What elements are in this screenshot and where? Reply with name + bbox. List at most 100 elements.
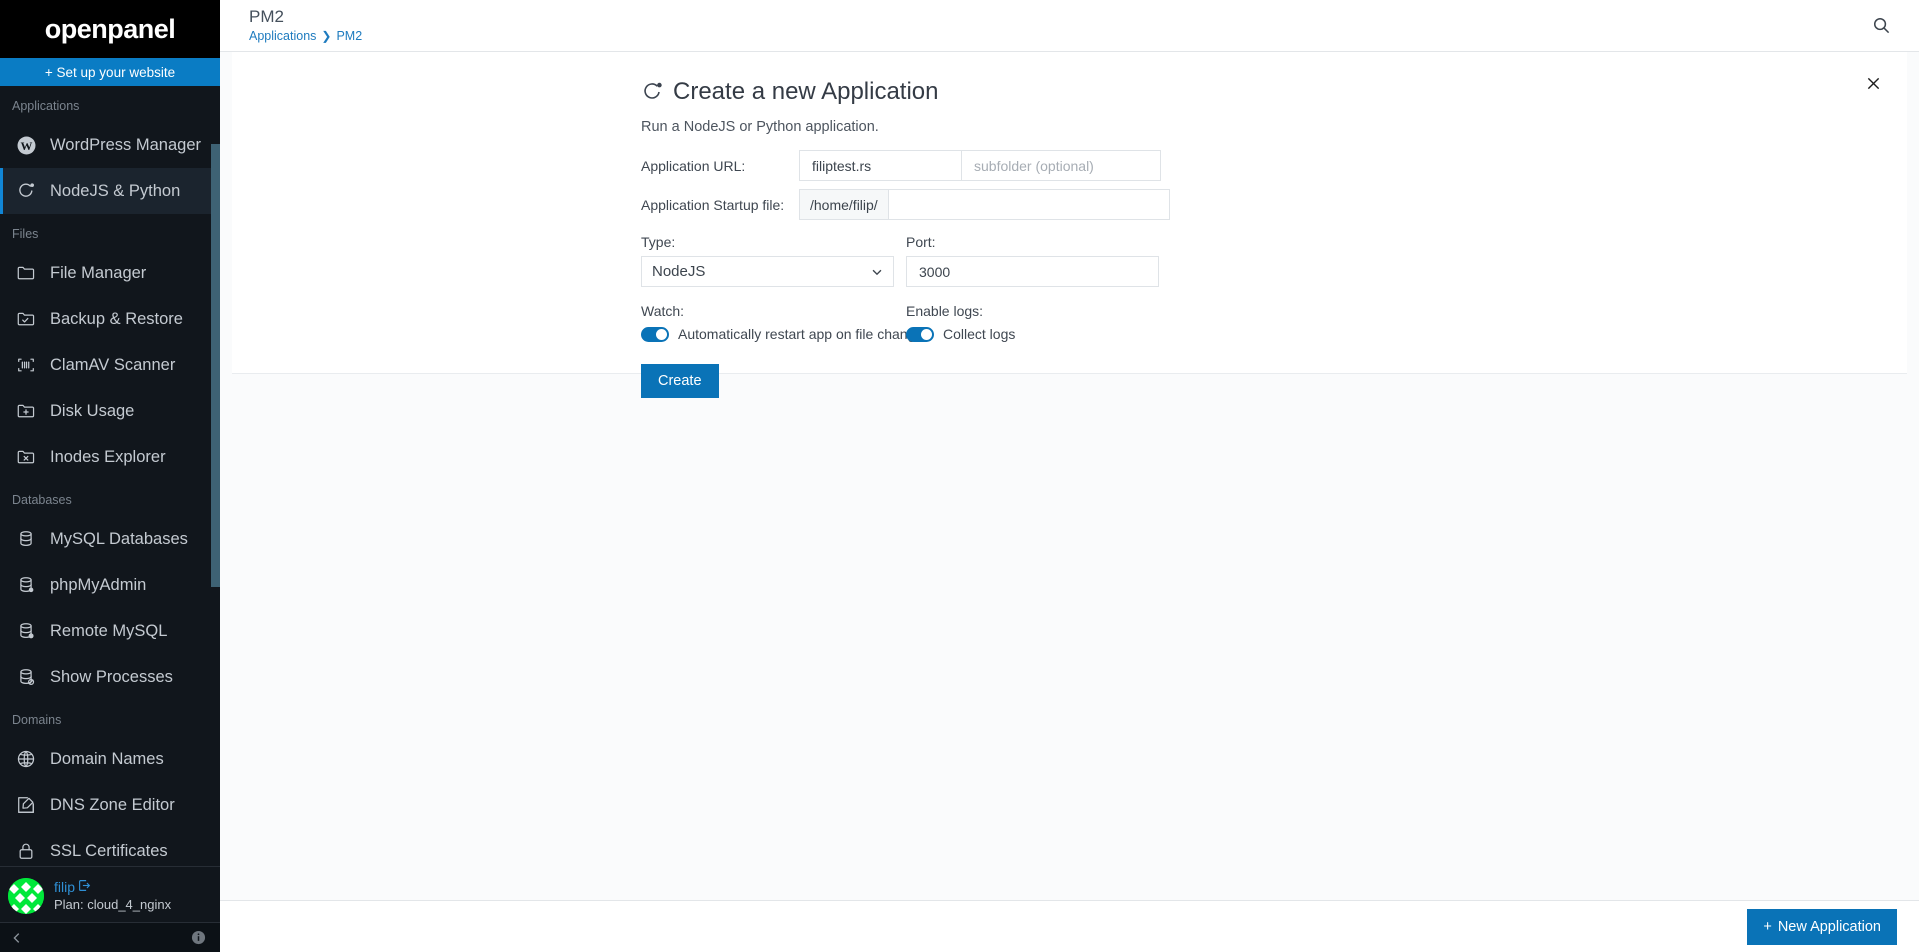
database-block-icon: [14, 666, 38, 688]
row-type-port: Type: NodeJSPython Po: [641, 234, 1907, 287]
sidebar-item-remote-mysql[interactable]: Remote MySQL: [0, 608, 220, 654]
edit-square-icon: [14, 794, 38, 816]
type-group: Type: NodeJSPython: [641, 234, 906, 287]
create-button[interactable]: Create: [641, 364, 719, 398]
breadcrumb-current[interactable]: PM2: [336, 29, 362, 43]
type-label: Type:: [641, 234, 676, 250]
sidebar-item-clamav-scanner[interactable]: ClamAV Scanner: [0, 342, 220, 388]
info-icon[interactable]: [191, 930, 206, 945]
new-application-button[interactable]: + New Application: [1747, 908, 1897, 945]
logs-toggle-text: Collect logs: [943, 326, 1016, 342]
nodejs-python-icon: [641, 81, 663, 103]
breadcrumb-separator: ❯: [321, 29, 332, 44]
sidebar-item-phpmyadmin[interactable]: phpMyAdmin: [0, 562, 220, 608]
chevron-left-icon[interactable]: [10, 931, 24, 945]
wordpress-icon: W: [14, 134, 38, 156]
sidebar-item-show-processes[interactable]: Show Processes: [0, 654, 220, 700]
watch-toggle-row: Automatically restart app on file change…: [641, 326, 930, 342]
application-url-label: Application URL:: [641, 157, 746, 174]
new-application-label: New Application: [1777, 918, 1881, 935]
sidebar-item-wordpress-manager[interactable]: W WordPress Manager: [0, 122, 220, 168]
sidebar-item-label: Domain Names: [50, 749, 164, 768]
application-url-input[interactable]: [799, 150, 962, 181]
content-area: Create a new Application Run a NodeJS or…: [220, 52, 1919, 952]
sidebar-footer: [0, 922, 220, 952]
page-title: PM2: [249, 6, 284, 26]
sidebar-item-label: SSL Certificates: [50, 841, 168, 860]
row-startup-file: Application Startup file: /home/filip/: [641, 189, 1907, 220]
sidebar-group-label: Domains: [12, 713, 62, 727]
sidebar: openpanel + Set up your website Applicat…: [0, 0, 220, 952]
sidebar-item-disk-usage[interactable]: Disk Usage: [0, 388, 220, 434]
close-icon[interactable]: [1862, 72, 1885, 95]
row-application-url: Application URL:: [641, 150, 1907, 181]
logs-group: Enable logs: Collect logs: [906, 303, 1161, 342]
setup-website-button[interactable]: + Set up your website: [0, 58, 220, 86]
nodejs-python-icon: [14, 180, 38, 202]
watch-group: Watch: Automatically restart app on file…: [641, 303, 930, 342]
lock-icon: [14, 840, 38, 862]
user-profile[interactable]: filip Plan: cloud_4_nginx: [0, 866, 220, 922]
logs-label: Enable logs:: [906, 303, 984, 319]
svg-text:W: W: [20, 138, 32, 152]
scanner-icon: [14, 354, 38, 376]
sidebar-scrollbar-thumb[interactable]: [211, 144, 220, 587]
card-title: Create a new Application: [673, 78, 939, 105]
logs-toggle[interactable]: [906, 326, 934, 342]
sidebar-item-label: NodeJS & Python: [50, 181, 181, 200]
sidebar-item-ssl-certificates[interactable]: SSL Certificates: [0, 828, 220, 866]
brand-logo[interactable]: openpanel: [0, 0, 220, 58]
startup-path-prefix: /home/filip/: [799, 189, 889, 220]
sidebar-group-label: Databases: [12, 493, 72, 507]
sidebar-item-dns-zone-editor[interactable]: DNS Zone Editor: [0, 782, 220, 828]
startup-file-label: Application Startup file:: [641, 196, 785, 213]
folder-icon: [14, 262, 38, 284]
database-icon: [14, 528, 38, 550]
brand-name: openpanel: [44, 13, 176, 44]
database-gear-icon: [14, 574, 38, 596]
folder-check-icon: [14, 308, 38, 330]
sidebar-group-label: Files: [12, 227, 39, 241]
app-root: openpanel + Set up your website Applicat…: [0, 0, 1919, 952]
sidebar-item-backup-restore[interactable]: Backup & Restore: [0, 296, 220, 342]
user-meta: filip Plan: cloud_4_nginx: [54, 879, 171, 912]
user-plan: Plan: cloud_4_nginx: [54, 897, 172, 912]
startup-file-input[interactable]: [888, 189, 1170, 220]
database-info-icon: [14, 620, 38, 642]
sidebar-item-nodejs-python[interactable]: NodeJS & Python: [0, 168, 220, 214]
folder-plus-icon: [14, 400, 38, 422]
topbar: PM2 Applications ❯ PM2: [220, 0, 1919, 52]
sidebar-item-label: phpMyAdmin: [50, 575, 147, 594]
sidebar-item-label: WordPress Manager: [50, 135, 202, 154]
sidebar-item-label: Show Processes: [50, 667, 173, 686]
sidebar-nav: Applications W WordPress Manager NodeJS & P…: [0, 86, 220, 866]
sidebar-item-mysql-databases[interactable]: MySQL Databases: [0, 516, 220, 562]
watch-toggle[interactable]: [641, 326, 669, 342]
sidebar-item-inodes-explorer[interactable]: Inodes Explorer: [0, 434, 220, 480]
breadcrumb-parent[interactable]: Applications: [249, 29, 316, 43]
watch-label: Watch:: [641, 303, 685, 319]
logs-toggle-row: Collect logs: [906, 326, 1161, 342]
folder-x-icon: [14, 446, 38, 468]
avatar: [8, 877, 44, 914]
main-content: PM2 Applications ❯ PM2 Create a new Appl…: [220, 0, 1919, 952]
sidebar-item-file-manager[interactable]: File Manager: [0, 250, 220, 296]
plus-icon: +: [1763, 918, 1772, 935]
subfolder-input[interactable]: [962, 150, 1161, 181]
create-application-form: Application URL: Application Startup fil…: [232, 150, 1907, 398]
create-application-card: Create a new Application Run a NodeJS or…: [232, 52, 1907, 398]
user-name-label: filip: [54, 879, 76, 895]
type-select[interactable]: NodeJSPython: [641, 256, 894, 287]
logout-icon[interactable]: [78, 879, 91, 895]
sidebar-item-domain-names[interactable]: Domain Names: [0, 736, 220, 782]
sidebar-group-label: Applications: [12, 99, 80, 113]
globe-icon: [14, 748, 38, 770]
port-label: Port:: [906, 234, 936, 250]
breadcrumb: Applications ❯ PM2: [249, 29, 362, 43]
search-icon[interactable]: [1866, 10, 1897, 41]
card-header: Create a new Application: [232, 52, 1907, 106]
port-input[interactable]: [906, 256, 1159, 287]
watch-toggle-text: Automatically restart app on file change…: [678, 326, 931, 342]
user-name-logout[interactable]: filip: [54, 879, 171, 895]
sidebar-item-label: Inodes Explorer: [50, 447, 166, 466]
